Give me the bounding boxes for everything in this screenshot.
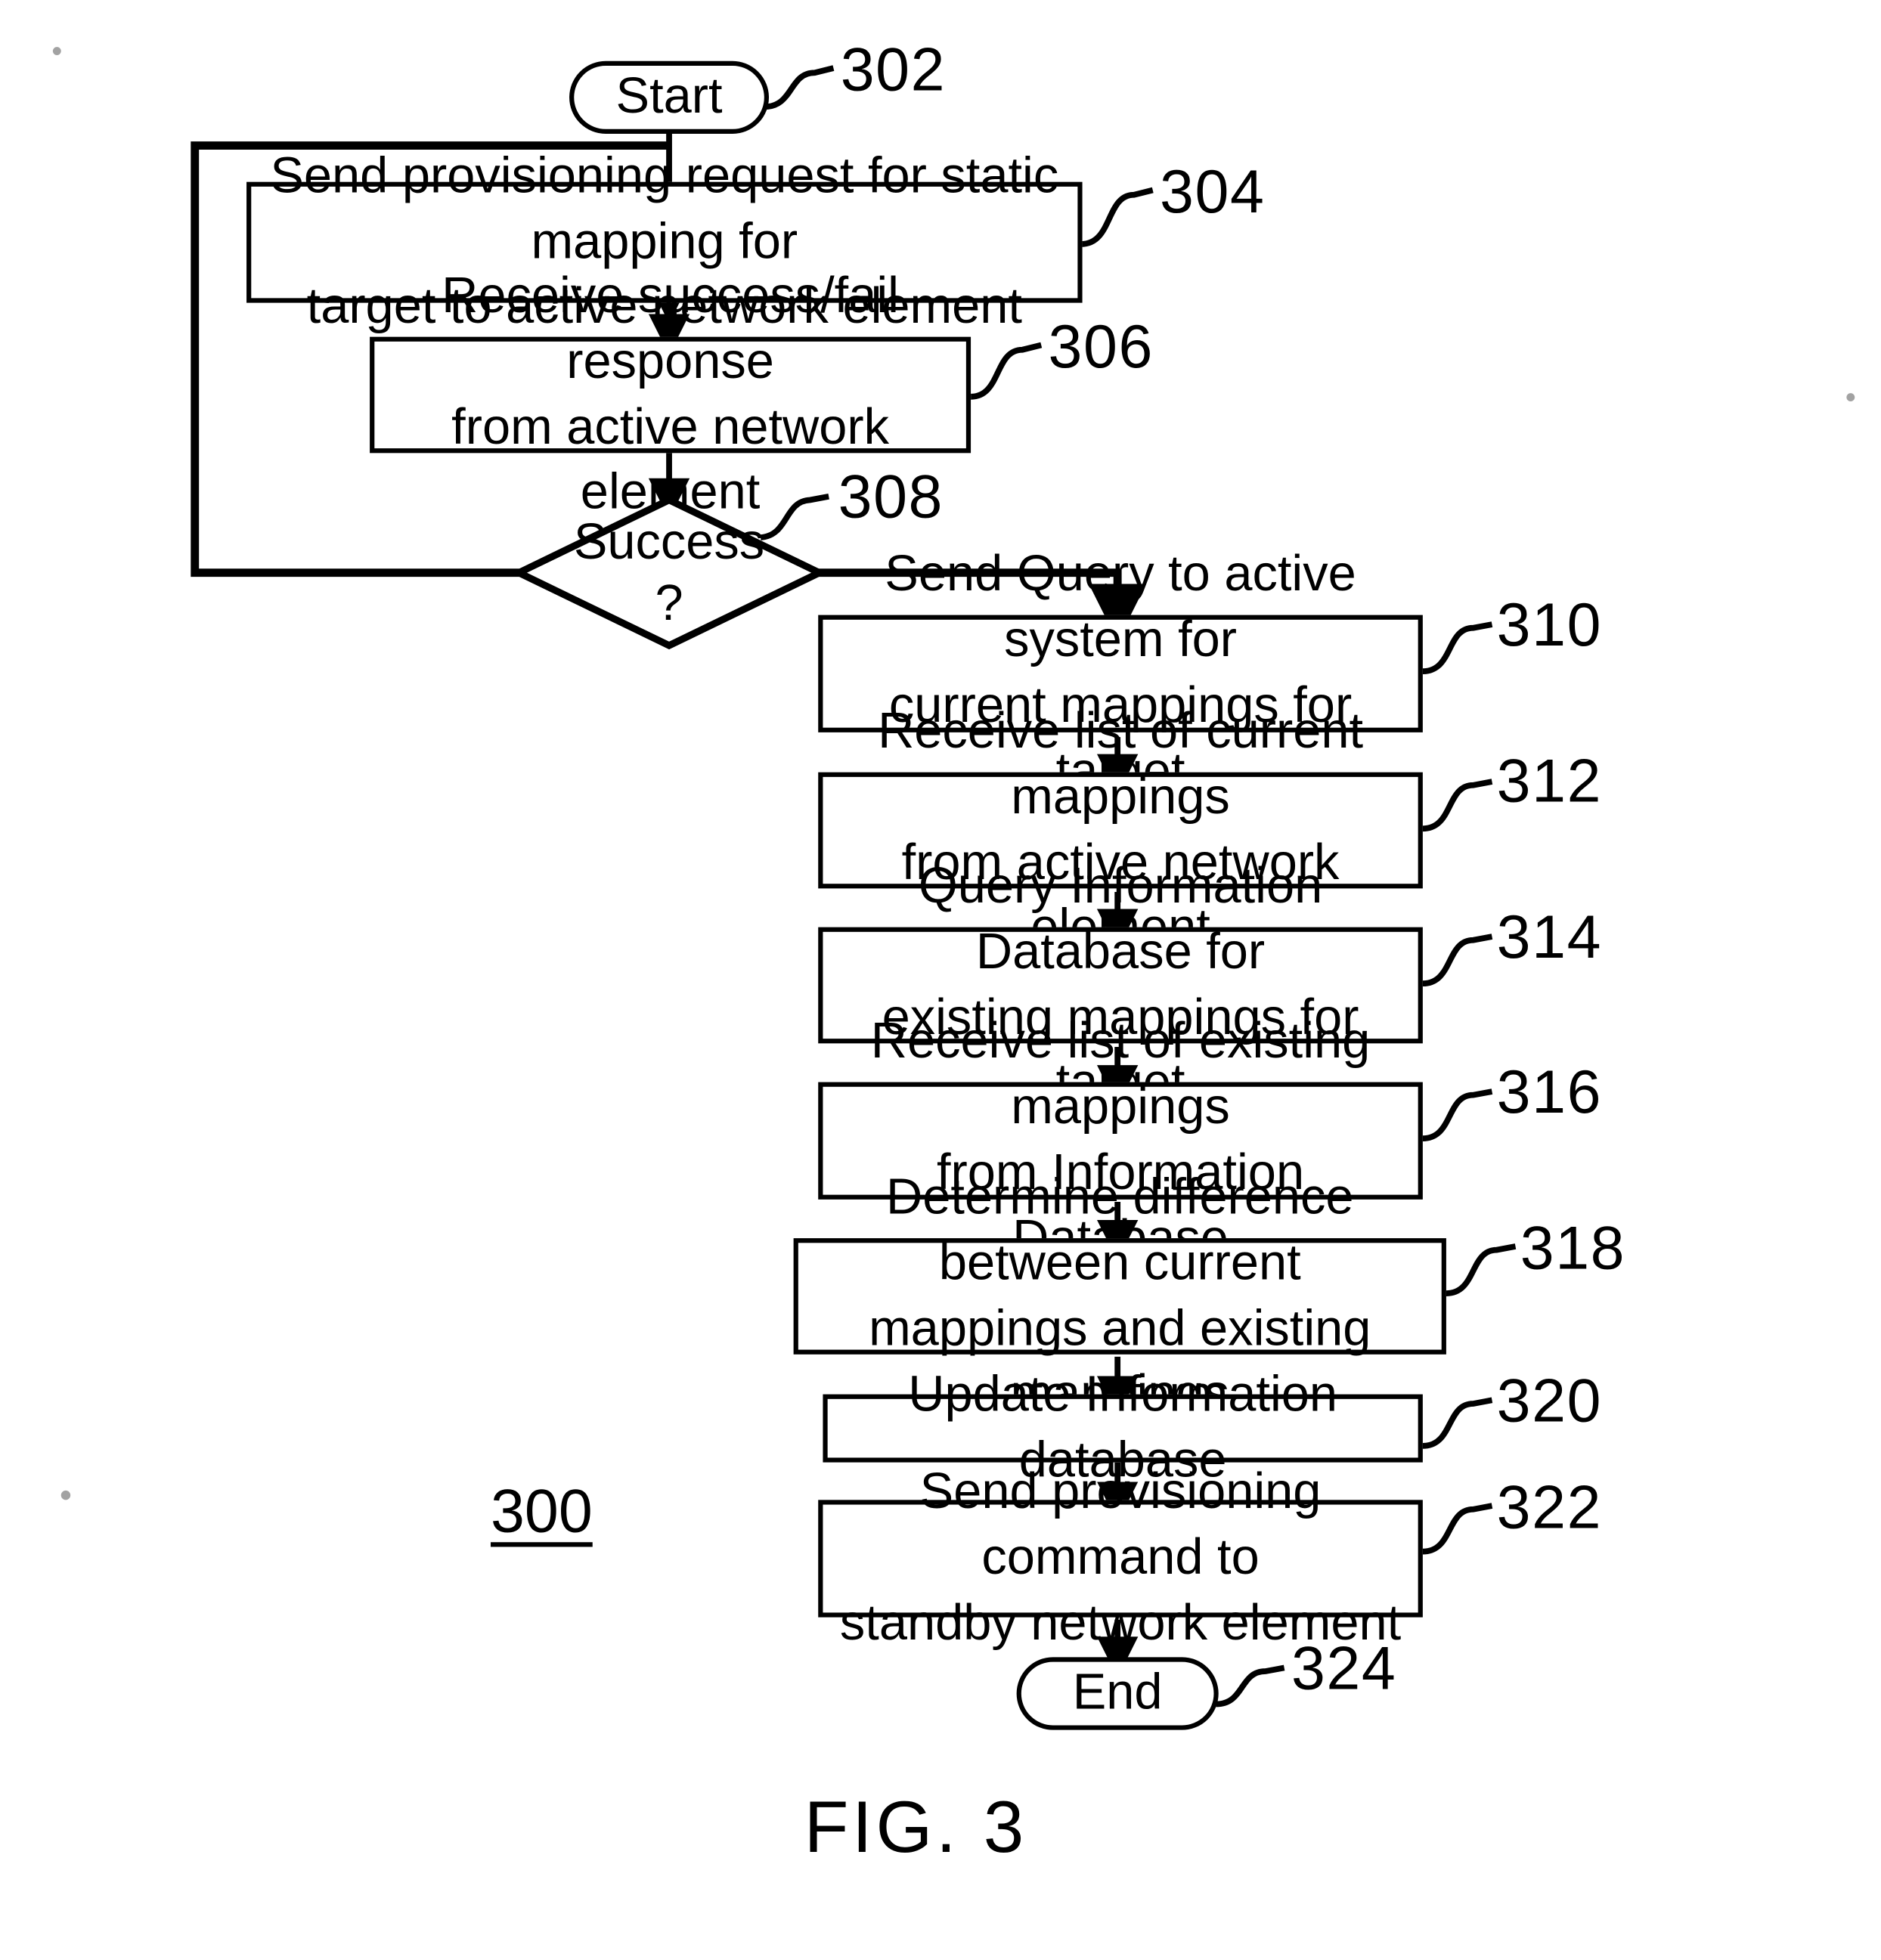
node-322-line1: Send provisioning command to [919,1463,1322,1586]
ref-318: 318 [1520,1215,1626,1283]
ref-312: 312 [1496,748,1603,816]
diamond-shape [510,496,828,650]
ref-306: 306 [1048,313,1154,382]
node-end[interactable]: End [1016,1657,1219,1730]
node-310-line1: Send Query to active system for [885,546,1356,668]
ref-302: 302 [840,36,947,105]
ref-324: 324 [1291,1634,1397,1703]
node-determine-difference[interactable]: Determine difference between current map… [793,1169,1446,1422]
ref-310: 310 [1496,591,1603,660]
node-314-line1: Query Information Database for [918,857,1323,980]
ref-320: 320 [1496,1367,1603,1435]
node-receive-success-fail-response[interactable]: Receive success/fail response from activ… [370,268,971,520]
ref-304: 304 [1160,158,1266,227]
node-316-line1: Receive list of existing mappings [870,1013,1371,1135]
diagram-reference-number: 300 [491,1477,593,1546]
node-start-label: Start [615,68,723,125]
ref-316: 316 [1496,1058,1603,1127]
ref-314: 314 [1496,903,1603,972]
node-success-decision[interactable]: Success ? [510,496,828,650]
figure-caption: FIG. 3 [804,1787,1028,1869]
node-start[interactable]: Start [569,60,770,135]
node-end-label: End [1072,1664,1163,1721]
ref-322: 322 [1496,1474,1603,1543]
node-send-provisioning-command[interactable]: Send provisioning command to standby net… [818,1463,1423,1652]
node-306-line1: Receive success/fail response [442,267,900,389]
node-318-line1: Determine difference between current [885,1169,1354,1291]
figure-canvas: Start 302 Send provisioning request for … [0,0,1879,1960]
node-304-line1: Send provisioning request for static map… [270,147,1059,270]
node-312-line1: Receive list of current mappings [878,702,1364,825]
ref-308: 308 [838,463,944,532]
node-update-information-database[interactable]: Update Information database [823,1367,1423,1488]
